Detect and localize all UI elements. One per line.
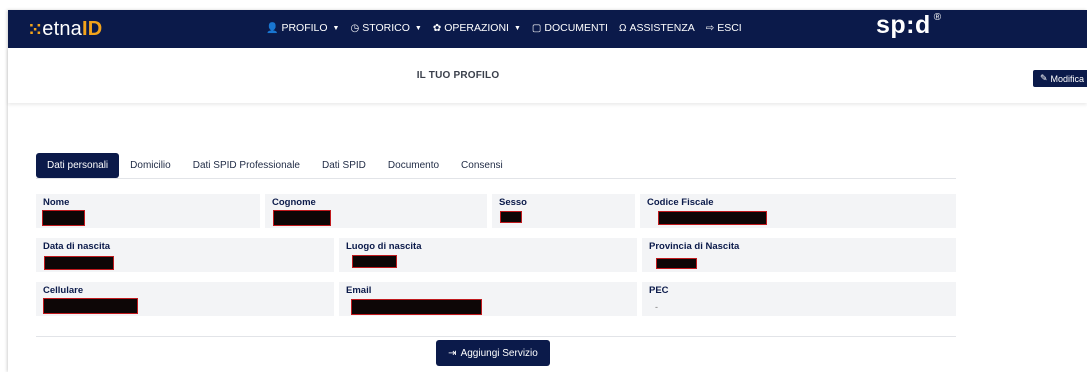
spid-logo-text: sp:d [876, 11, 931, 39]
profile-tabs: Dati personali Domicilio Dati SPID Profe… [36, 153, 514, 178]
redacted-value [352, 255, 397, 268]
redacted-value [44, 256, 114, 270]
field-pec: PEC - [642, 282, 956, 316]
pencil-icon: ✎ [1039, 73, 1048, 83]
redacted-value [43, 298, 138, 314]
redacted-value [658, 211, 767, 225]
menu-documenti-label: DOCUMENTI [544, 22, 608, 34]
field-data-nascita: Data di nascita [36, 238, 334, 272]
menu-profilo[interactable]: 👤 PROFILO ▼ [266, 22, 339, 34]
menu-esci-label: ESCI [717, 22, 742, 34]
gear-icon: ✿ [432, 22, 442, 34]
redacted-value [42, 210, 85, 226]
menu-operazioni[interactable]: ✿ OPERAZIONI ▼ [433, 22, 521, 34]
field-sesso: Sesso [492, 194, 635, 228]
field-email: Email [339, 282, 637, 316]
logo-text-id: ID [81, 18, 103, 40]
field-luogo-nascita: Luogo di nascita [339, 238, 637, 272]
field-provincia-nascita: Provincia di Nascita [642, 238, 956, 272]
registered-mark-icon: ® [933, 12, 942, 23]
menu-assistenza-label: ASSISTENZA [629, 22, 695, 34]
menu-operazioni-label: OPERAZIONI [444, 22, 509, 34]
logo-text-etna: etna [42, 18, 82, 40]
spid-logo: sp:d ® [876, 11, 942, 40]
menu-documenti[interactable]: ▢ DOCUMENTI [532, 22, 608, 34]
field-pec-label: PEC [649, 285, 669, 296]
field-provincia-nascita-label: Provincia di Nascita [649, 241, 740, 252]
redacted-value [351, 299, 482, 315]
field-codice-fiscale: Codice Fiscale [640, 194, 956, 228]
page-title: IL TUO PROFILO [416, 70, 500, 81]
menu-assistenza[interactable]: Ω ASSISTENZA [619, 22, 695, 34]
field-cognome-label: Cognome [272, 197, 316, 208]
chevron-down-icon: ▼ [513, 24, 521, 32]
tabs-divider [36, 178, 956, 179]
main-menu: 👤 PROFILO ▼ ◷ STORICO ▼ ✿ OPERAZIONI ▼ ▢… [266, 22, 742, 34]
field-data-nascita-label: Data di nascita [43, 241, 111, 252]
fields-divider [36, 336, 956, 337]
add-service-icon: ⇥ [448, 347, 457, 359]
profile-header: IL TUO PROFILO ✎ Modifica [8, 48, 1087, 103]
tab-dati-spid[interactable]: Dati SPID [311, 153, 377, 178]
tab-dati-spid-professionale[interactable]: Dati SPID Professionale [182, 153, 311, 178]
field-luogo-nascita-label: Luogo di nascita [346, 241, 422, 252]
redacted-value [500, 211, 522, 223]
headset-icon: Ω [618, 22, 627, 34]
field-cellulare: Cellulare [36, 282, 334, 316]
menu-storico-label: STORICO [362, 22, 410, 34]
page-container: ⁙ etna ID 👤 PROFILO ▼ ◷ STORICO ▼ ✿ OPER… [8, 10, 1087, 372]
add-service-button[interactable]: ⇥ Aggiungi Servizio [436, 340, 550, 366]
add-service-label: Aggiungi Servizio [460, 347, 538, 359]
clock-icon: ◷ [350, 22, 360, 34]
chevron-down-icon: ▼ [414, 24, 422, 32]
edit-profile-button[interactable]: ✎ Modifica [1033, 70, 1087, 87]
tab-domicilio[interactable]: Domicilio [119, 153, 182, 178]
document-icon: ▢ [531, 22, 542, 34]
etnaid-logo[interactable]: ⁙ etna ID [28, 18, 102, 41]
user-icon: 👤 [266, 22, 279, 34]
field-sesso-label: Sesso [499, 197, 527, 208]
chevron-down-icon: ▼ [332, 24, 340, 32]
menu-storico[interactable]: ◷ STORICO ▼ [350, 22, 421, 34]
field-cellulare-label: Cellulare [43, 285, 84, 296]
field-nome-label: Nome [43, 197, 70, 208]
field-nome: Nome [36, 194, 260, 228]
field-cognome: Cognome [265, 194, 487, 228]
tab-dati-personali[interactable]: Dati personali [36, 153, 120, 178]
menu-esci[interactable]: ⇨ ESCI [706, 22, 742, 34]
tab-consensi[interactable]: Consensi [450, 153, 514, 178]
field-pec-value: - [655, 302, 658, 312]
edit-profile-label: Modifica [1050, 73, 1085, 84]
top-navbar: ⁙ etna ID 👤 PROFILO ▼ ◷ STORICO ▼ ✿ OPER… [8, 10, 1087, 48]
redacted-value [656, 258, 697, 269]
logo-dots-icon: ⁙ [28, 19, 42, 39]
field-codice-fiscale-label: Codice Fiscale [647, 197, 714, 208]
redacted-value [273, 210, 331, 226]
field-email-label: Email [346, 285, 372, 296]
tab-documento[interactable]: Documento [377, 153, 450, 178]
logout-icon: ⇨ [705, 22, 715, 34]
menu-profilo-label: PROFILO [281, 22, 328, 34]
